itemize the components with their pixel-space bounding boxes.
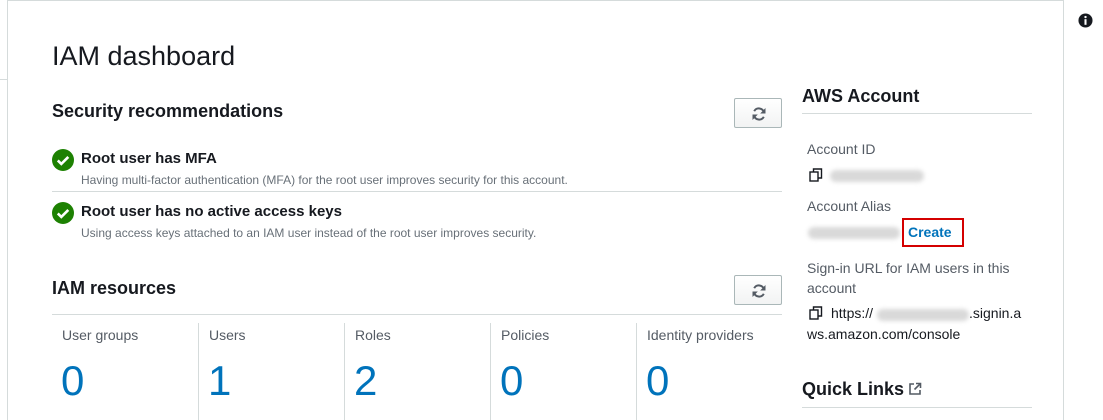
- resources-panel: User groups 0 Users 1 Roles 2 Policies 0…: [52, 314, 782, 420]
- copy-icon[interactable]: [809, 168, 823, 182]
- resource-label: Policies: [501, 327, 550, 343]
- resource-count[interactable]: 2: [354, 357, 377, 405]
- external-link-icon[interactable]: [908, 382, 922, 396]
- account-id-label: Account ID: [807, 141, 876, 157]
- recommendation-title: Root user has MFA: [81, 150, 217, 167]
- resource-label: Identity providers: [647, 327, 754, 343]
- resource-label: Users: [209, 327, 246, 343]
- page-title: IAM dashboard: [52, 41, 236, 71]
- quick-links-divider: [802, 407, 1032, 408]
- info-icon[interactable]: [1078, 13, 1093, 28]
- check-circle-icon: [52, 149, 74, 171]
- left-nav-rail: [0, 0, 8, 420]
- refresh-icon: [752, 284, 766, 298]
- top-border: [8, 0, 1063, 1]
- resource-users[interactable]: Users 1: [198, 323, 344, 420]
- copy-icon[interactable]: [809, 306, 823, 320]
- account-alias-label: Account Alias: [807, 198, 892, 214]
- quick-links-title: Quick Links: [802, 379, 905, 399]
- recommendation-item: Root user has MFA Having multi-factor au…: [52, 149, 782, 189]
- account-id-value: [830, 170, 924, 182]
- resource-label: Roles: [355, 327, 391, 343]
- recommendation-description: Using access keys attached to an IAM use…: [81, 226, 537, 240]
- recommendation-description: Having multi-factor authentication (MFA)…: [81, 173, 568, 187]
- refresh-icon: [752, 107, 766, 121]
- iam-resources-title: IAM resources: [52, 278, 177, 298]
- aws-account-title: AWS Account: [802, 86, 920, 106]
- resource-label: User groups: [62, 327, 139, 343]
- resource-identity-providers[interactable]: Identity providers 0: [636, 323, 782, 420]
- account-alias-value: [808, 227, 900, 239]
- resource-count[interactable]: 0: [61, 357, 84, 405]
- create-alias-link[interactable]: Create: [908, 224, 952, 240]
- signin-url-label: Sign-in URL for IAM users in this accoun…: [807, 260, 1010, 296]
- resource-count[interactable]: 0: [646, 357, 669, 405]
- check-circle-icon: [52, 202, 74, 224]
- signin-url-suffix[interactable]: .signin.a: [969, 305, 1021, 321]
- resource-count[interactable]: 0: [500, 357, 523, 405]
- resource-roles[interactable]: Roles 2: [344, 323, 490, 420]
- recommendation-title: Root user has no active access keys: [81, 203, 342, 220]
- resource-policies[interactable]: Policies 0: [490, 323, 636, 420]
- resource-count[interactable]: 1: [208, 357, 231, 405]
- security-refresh-button[interactable]: [734, 98, 782, 128]
- recommendation-item: Root user has no active access keys Usin…: [52, 202, 782, 242]
- resource-user-groups[interactable]: User groups 0: [52, 323, 198, 420]
- resources-refresh-button[interactable]: [734, 275, 782, 305]
- aws-account-divider: [802, 113, 1032, 114]
- signin-url-prefix[interactable]: https://: [831, 305, 873, 321]
- signin-url-redacted: [877, 309, 969, 321]
- security-recommendations-title: Security recommendations: [52, 101, 284, 121]
- signin-url-domain[interactable]: ws.amazon.com/console: [807, 326, 960, 342]
- recommendation-divider: [52, 191, 782, 192]
- help-panel-rail: [1063, 0, 1103, 420]
- left-nav-divider: [0, 79, 8, 80]
